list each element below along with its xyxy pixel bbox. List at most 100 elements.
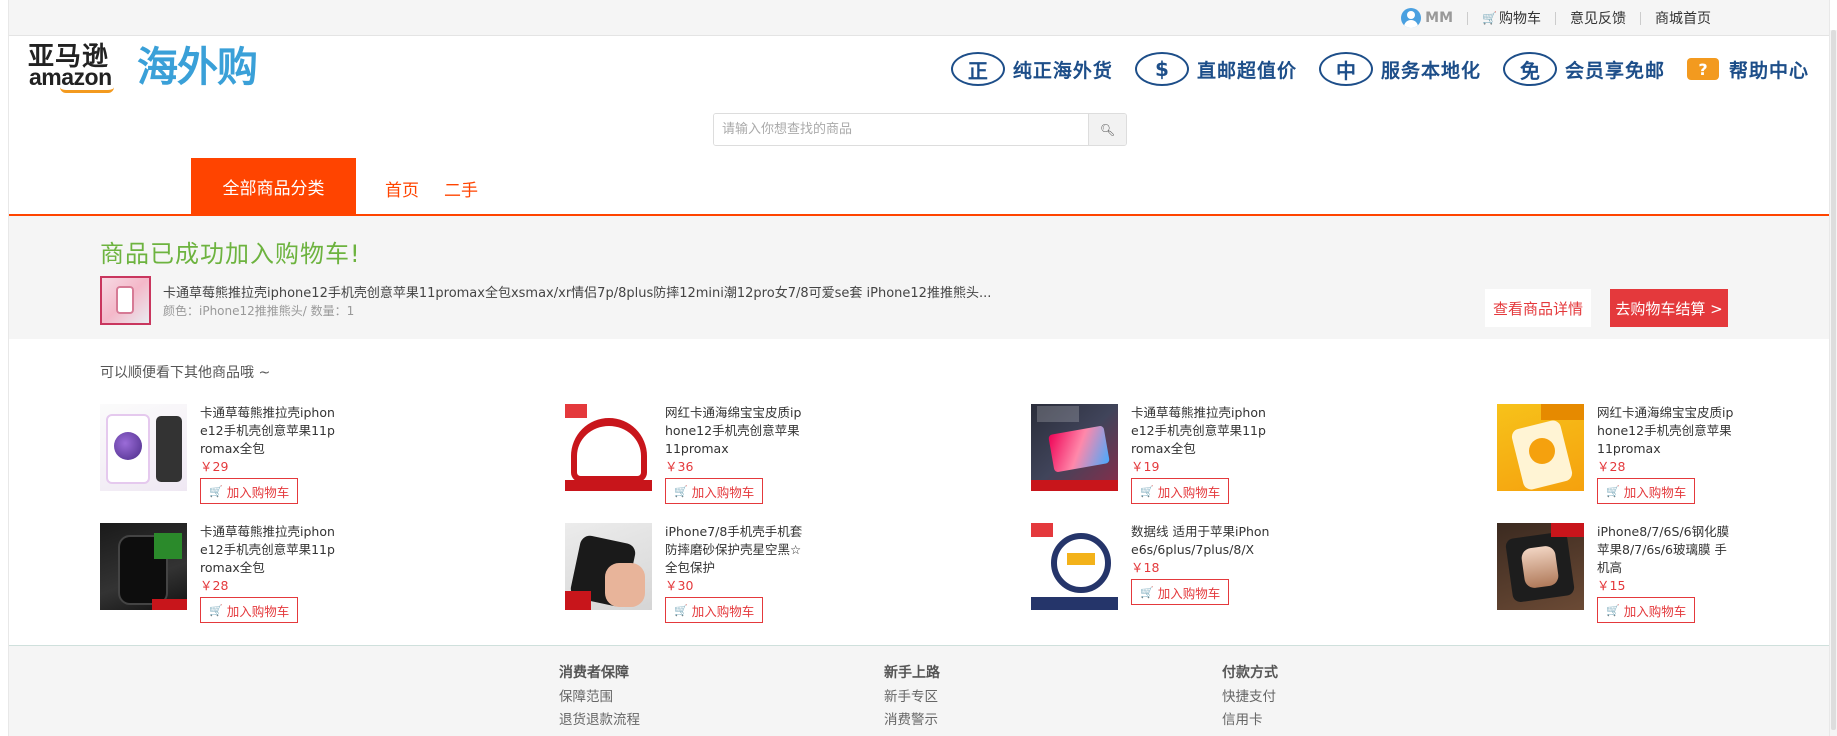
product-image[interactable] — [565, 523, 652, 610]
product-name[interactable]: iPhone8/7/6S/6钢化膜 苹果8/7/6s/6玻璃膜 手机高 — [1597, 523, 1737, 577]
china-badge-icon: 中 — [1318, 52, 1373, 86]
cart-icon: 🛒 — [209, 603, 223, 617]
add-to-cart-label: 加入购物车 — [1157, 484, 1221, 500]
product-price: ￥15 — [1597, 578, 1626, 593]
product-card: 卡通草莓熊推拉壳iphone12手机壳创意苹果11promax全包 ￥19 🛒 加… — [1031, 404, 1431, 504]
search-bar: 🔍︎ — [713, 113, 1127, 146]
add-to-cart-label: 加入购物车 — [1623, 603, 1687, 619]
help-icon: ? — [1686, 58, 1719, 80]
product-name[interactable]: 卡通草莓熊推拉壳iphone12手机壳创意苹果11promax全包 — [1131, 404, 1271, 458]
product-card: 网红卡通海绵宝宝皮质iphone12手机壳创意苹果11promax ￥28 🛒 加… — [1497, 404, 1837, 504]
feature-label: 服务本地化 — [1380, 59, 1481, 82]
product-name[interactable]: 网红卡通海绵宝宝皮质iphone12手机壳创意苹果11promax — [665, 404, 805, 458]
product-image[interactable] — [565, 404, 652, 491]
recommend-title: 可以顺便看下其他商品哦 ~ — [100, 365, 271, 381]
genuine-badge-icon: 正 — [950, 52, 1005, 86]
product-image[interactable] — [1497, 523, 1584, 610]
add-to-cart-button[interactable]: 🛒 加入购物车 — [200, 478, 299, 504]
product-name[interactable]: iPhone7/8手机壳手机套防摔磨砂保护壳星空黑☆全包保护 — [665, 523, 805, 577]
product-name[interactable]: 网红卡通海绵宝宝皮质iphone12手机壳创意苹果11promax — [1597, 404, 1737, 458]
feature-label: 帮助中心 — [1728, 59, 1809, 82]
footer-link[interactable]: 信用卡 — [1222, 709, 1278, 732]
product-card: 数据线 适用于苹果iPhone6s/6plus/7plus/8/X ￥18 🛒 加… — [1031, 523, 1431, 623]
add-to-cart-button[interactable]: 🛒 加入购物车 — [200, 597, 299, 623]
added-product-name[interactable]: 卡通草莓熊推拉壳iphone12手机壳创意苹果11promax全包xsmax/x… — [163, 282, 991, 301]
added-to-cart-panel: 商品已成功加入购物车! 卡通草莓熊推拉壳iphone12手机壳创意苹果11pro… — [9, 216, 1829, 339]
cart-icon: 🛒 — [209, 484, 223, 498]
product-name[interactable]: 卡通草莓熊推拉壳iphone12手机壳创意苹果11promax全包 — [200, 404, 340, 458]
product-card: 网红卡通海绵宝宝皮质iphone12手机壳创意苹果11promax ￥36 🛒 加… — [565, 404, 965, 504]
user-menu[interactable]: MM — [1401, 8, 1453, 28]
page-scrollbar[interactable] — [1830, 30, 1837, 736]
search-input[interactable] — [714, 114, 1088, 145]
search-button[interactable]: 🔍︎ — [1088, 114, 1126, 145]
add-to-cart-button[interactable]: 🛒 加入购物车 — [1597, 597, 1696, 623]
cart-link[interactable]: 🛒 购物车 — [1482, 8, 1541, 28]
divider — [1640, 11, 1641, 25]
feature-direct-mail: $ 直邮超值价 — [1134, 52, 1297, 86]
cart-link-label: 购物车 — [1499, 11, 1541, 27]
product-card: iPhone7/8手机壳手机套防摔磨砂保护壳星空黑☆全包保护 ￥30 🛒 加入购物… — [565, 523, 965, 623]
product-price: ￥28 — [200, 578, 229, 593]
dollar-badge-icon: $ — [1134, 52, 1189, 86]
page-frame: MM 🛒 购物车 意见反馈 商城首页 亚马逊 amazon 海外购 正 纯正海外… — [8, 0, 1830, 736]
footer-column-payment: 付款方式 快捷支付 信用卡 — [1222, 663, 1278, 732]
success-title: 商品已成功加入购物车! — [100, 240, 361, 268]
product-image[interactable] — [1031, 404, 1118, 491]
checkout-button[interactable]: 去购物车结算 > — [1610, 289, 1728, 327]
footer-link[interactable]: 新手专区 — [884, 686, 940, 709]
nav-second-hand[interactable]: 二手 — [444, 176, 478, 201]
feedback-link[interactable]: 意见反馈 — [1570, 8, 1626, 28]
nav-home[interactable]: 首页 — [385, 176, 419, 201]
product-image[interactable] — [100, 523, 187, 610]
footer-link[interactable]: 消费警示 — [884, 709, 940, 732]
top-links: MM 🛒 购物车 意见反馈 商城首页 — [1401, 8, 1711, 28]
amazon-smile-icon — [60, 87, 114, 93]
add-to-cart-button[interactable]: 🛒 加入购物车 — [1131, 579, 1230, 605]
footer-column-consumer: 消费者保障 保障范围 退货退款流程 — [559, 663, 640, 732]
mall-home-link[interactable]: 商城首页 — [1655, 8, 1711, 28]
product-price: ￥36 — [665, 459, 694, 474]
product-image[interactable] — [1497, 404, 1584, 491]
footer-link[interactable]: 退货退款流程 — [559, 709, 640, 732]
feature-genuine: 正 纯正海外货 — [950, 52, 1113, 86]
product-name[interactable]: 卡通草莓熊推拉壳iphone12手机壳创意苹果11promax全包 — [200, 523, 340, 577]
add-to-cart-button[interactable]: 🛒 加入购物车 — [1131, 478, 1230, 504]
scrollbar-thumb[interactable] — [1831, 30, 1836, 730]
add-to-cart-label: 加入购物车 — [691, 603, 755, 619]
feature-free-shipping: 免 会员享免邮 — [1502, 52, 1665, 86]
logo-cn-big: 海外购 — [137, 43, 258, 91]
footer-link[interactable]: 保障范围 — [559, 686, 640, 709]
cart-icon: 🛒 — [1140, 484, 1154, 498]
all-categories-tab[interactable]: 全部商品分类 — [191, 158, 356, 214]
product-price: ￥19 — [1131, 459, 1160, 474]
add-to-cart-label: 加入购物车 — [1157, 585, 1221, 601]
feature-label: 纯正海外货 — [1012, 59, 1113, 82]
footer-heading: 消费者保障 — [559, 665, 629, 681]
feature-label: 会员享免邮 — [1564, 59, 1665, 82]
user-avatar-icon — [1401, 8, 1422, 28]
product-name[interactable]: 数据线 适用于苹果iPhone6s/6plus/7plus/8/X — [1131, 523, 1271, 559]
service-features: 正 纯正海外货 $ 直邮超值价 中 服务本地化 免 会员享免邮 ? 帮助中心 — [929, 52, 1809, 86]
help-center-link[interactable]: ? 帮助中心 — [1686, 56, 1809, 83]
add-to-cart-button[interactable]: 🛒 加入购物车 — [665, 597, 764, 623]
view-detail-button[interactable]: 查看商品详情 — [1485, 289, 1591, 327]
product-price: ￥18 — [1131, 560, 1160, 575]
add-to-cart-button[interactable]: 🛒 加入购物车 — [1597, 478, 1696, 504]
cart-icon: 🛒 — [1482, 11, 1497, 25]
free-badge-icon: 免 — [1502, 52, 1557, 86]
add-to-cart-button[interactable]: 🛒 加入购物车 — [665, 478, 764, 504]
amazon-logo[interactable]: 亚马逊 amazon 海外购 — [28, 43, 314, 93]
product-price: ￥28 — [1597, 459, 1626, 474]
footer-link[interactable]: 快捷支付 — [1222, 686, 1278, 709]
feature-label: 直邮超值价 — [1196, 59, 1297, 82]
product-image[interactable] — [100, 404, 187, 491]
product-image[interactable] — [1031, 523, 1118, 610]
footer-heading: 付款方式 — [1222, 665, 1278, 681]
add-to-cart-label: 加入购物车 — [691, 484, 755, 500]
added-product-thumbnail[interactable] — [100, 276, 151, 325]
divider — [1555, 11, 1556, 25]
footer: 消费者保障 保障范围 退货退款流程 新手上路 新手专区 消费警示 付款方式 快捷… — [9, 645, 1829, 736]
product-price: ￥29 — [200, 459, 229, 474]
cart-icon: 🛒 — [674, 603, 688, 617]
